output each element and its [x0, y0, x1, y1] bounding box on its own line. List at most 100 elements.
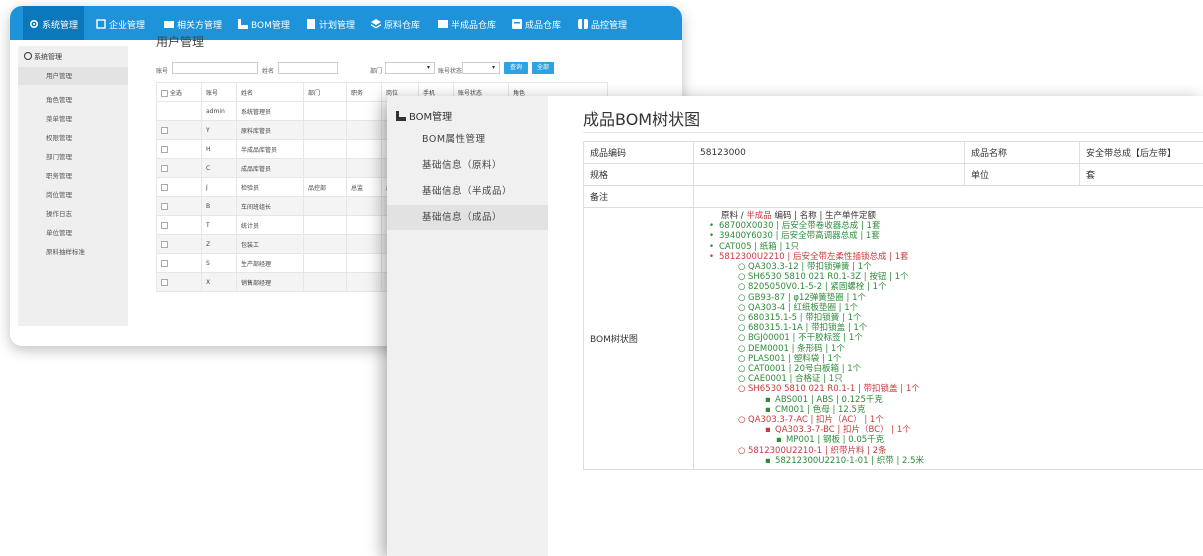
- folder-icon: [164, 7, 174, 28]
- table-cell[interactable]: [156, 101, 202, 121]
- tree-node-raw: ○ 680315.1-1A | 带扣锁盖 | 1个: [738, 323, 868, 334]
- tree-node-raw: ▪ MP001 | 钢板 | 0.05千克: [776, 435, 885, 446]
- bom-tree-cell: 原料 / 半成品 编码 | 名称 | 生产单件定额 • 68700X0030 | …: [693, 206, 1203, 471]
- table-cell: [346, 120, 382, 140]
- table-header-cell: 账号: [201, 82, 237, 102]
- table-cell[interactable]: [156, 177, 202, 197]
- row-checkbox[interactable]: [161, 145, 168, 153]
- layers-icon: [371, 7, 381, 29]
- sidebar-item-logs[interactable]: 操作日志: [46, 208, 72, 218]
- sidebar-item-basic-raw[interactable]: 基础信息（原料）: [387, 153, 548, 178]
- gear-icon: [29, 7, 39, 29]
- table-cell[interactable]: [156, 139, 202, 159]
- table-header-cell: 姓名: [236, 82, 304, 102]
- bullet-icon: ○: [738, 292, 746, 303]
- tree-node-raw: ▪ ABS001 | ABS | 0.125千克: [765, 394, 883, 405]
- table-cell[interactable]: [156, 234, 202, 254]
- name-value: 安全带总成【后左带】: [1079, 141, 1203, 164]
- tree-node-raw: ▪ CM001 | 色母 | 12.5克: [765, 404, 866, 415]
- nav-raw-warehouse[interactable]: 原料仓库: [371, 6, 420, 40]
- tree-node-raw: ○ PLAS001 | 塑料袋 | 1个: [738, 353, 842, 364]
- sidebar-item-bom-attr[interactable]: BOM属性管理: [387, 127, 548, 152]
- sidebar-item-basic-product[interactable]: 基础信息（成品）: [387, 205, 548, 230]
- table-cell: H: [201, 139, 237, 159]
- account-label: 账号: [156, 68, 169, 75]
- bullet-icon: •: [709, 241, 715, 252]
- table-cell: 半成品库管员: [236, 139, 304, 159]
- bullet-icon: ▪: [765, 455, 771, 466]
- tree-node-raw: ○ QA303.3-12 | 带扣锁弹簧 | 1个: [738, 262, 872, 273]
- sidebar-item-permissions[interactable]: 权限管理: [46, 132, 72, 142]
- table-cell: X: [201, 272, 237, 292]
- name-input[interactable]: [278, 62, 338, 74]
- table-cell: T: [201, 215, 237, 235]
- remark-label: 备注: [583, 185, 694, 208]
- page-title: 成品BOM树状图: [583, 110, 701, 129]
- table-cell[interactable]: [156, 253, 202, 273]
- nav-bom[interactable]: BOM管理: [238, 6, 290, 40]
- row-checkbox[interactable]: [161, 221, 168, 229]
- box-icon: [512, 7, 522, 29]
- nav-quality[interactable]: 品控管理: [578, 6, 627, 40]
- sidebar-item-menus[interactable]: 菜单管理: [46, 113, 72, 123]
- nav-plan[interactable]: 计划管理: [306, 6, 355, 40]
- table-cell[interactable]: [156, 196, 202, 216]
- sidebar-item-posts[interactable]: 岗位管理: [46, 189, 72, 199]
- sidebar-item-departments[interactable]: 部门管理: [46, 151, 72, 161]
- table-cell[interactable]: [156, 215, 202, 235]
- tree-node-raw: • 68700X0030 | 后安全带卷收器总成 | 1套: [709, 221, 881, 232]
- table-cell: 系统管理员: [236, 101, 304, 121]
- select-all-checkbox[interactable]: [161, 89, 168, 97]
- unit-value: 套: [1079, 163, 1203, 186]
- table-cell[interactable]: [156, 120, 202, 140]
- row-checkbox[interactable]: [161, 240, 168, 248]
- tree-node-semi: • 5812300U2210 | 后安全带左柔性插锁总成 | 1套: [709, 251, 909, 262]
- plan-icon: [306, 7, 316, 29]
- sidebar-item-duties[interactable]: 职务管理: [46, 170, 72, 180]
- bom-tree-label: BOM树状图: [583, 206, 694, 471]
- bullet-icon: ○: [738, 364, 746, 375]
- row-checkbox[interactable]: [161, 278, 168, 286]
- table-cell: 车间班组长: [236, 196, 304, 216]
- nav-system[interactable]: 系统管理: [23, 6, 85, 40]
- bullet-icon: •: [709, 231, 715, 242]
- nav-product-warehouse[interactable]: 成品仓库: [512, 6, 561, 40]
- row-checkbox[interactable]: [161, 259, 168, 267]
- nav-semi-warehouse[interactable]: 半成品仓库: [438, 6, 496, 40]
- table-cell: [303, 272, 347, 292]
- sidebar-item-units[interactable]: 单位管理: [46, 227, 72, 237]
- shield-icon: [578, 7, 588, 29]
- bullet-icon: ○: [738, 415, 746, 426]
- sidebar-header: 系统管理: [24, 52, 62, 62]
- nav-enterprise[interactable]: 企业管理: [96, 6, 145, 40]
- unit-label: 单位: [964, 163, 1080, 186]
- all-button[interactable]: 全部: [532, 62, 554, 74]
- table-header-cell[interactable]: 全选: [156, 82, 202, 102]
- table-cell: C: [201, 158, 237, 178]
- table-cell[interactable]: [156, 158, 202, 178]
- table-cell: 统计员: [236, 215, 304, 235]
- bom-content: 成品BOM树状图 成品编码 58123000 成品名称 安全带总成【后左带】 规…: [583, 96, 1203, 556]
- row-checkbox[interactable]: [161, 164, 168, 172]
- table-cell: admin: [201, 101, 237, 121]
- bullet-icon: ▪: [765, 404, 771, 415]
- sidebar-item-sampling[interactable]: 原料抽样标准: [46, 246, 85, 256]
- bullet-icon: ▪: [776, 435, 782, 446]
- tree-header: 原料 / 半成品 编码 | 名称 | 生产单件定额: [721, 211, 877, 221]
- sidebar-item-users[interactable]: 用户管理: [18, 67, 128, 85]
- sidebar-item-basic-semi[interactable]: 基础信息（半成品）: [387, 179, 548, 204]
- account-input[interactable]: [172, 62, 258, 74]
- table-cell: B: [201, 196, 237, 216]
- dept-select[interactable]: ▾: [385, 62, 435, 74]
- name-label: 姓名: [262, 68, 275, 75]
- row-checkbox[interactable]: [161, 126, 168, 134]
- bom-tree: 原料 / 半成品 编码 | 名称 | 生产单件定额 • 68700X0030 | …: [694, 208, 1203, 469]
- query-button[interactable]: 查询: [504, 62, 528, 74]
- row-checkbox[interactable]: [161, 183, 168, 191]
- status-select[interactable]: ▾: [462, 62, 500, 74]
- sidebar-item-roles[interactable]: 角色管理: [46, 94, 72, 104]
- table-cell: [346, 139, 382, 159]
- remark-value: [693, 185, 1203, 208]
- row-checkbox[interactable]: [161, 202, 168, 210]
- table-cell[interactable]: [156, 272, 202, 292]
